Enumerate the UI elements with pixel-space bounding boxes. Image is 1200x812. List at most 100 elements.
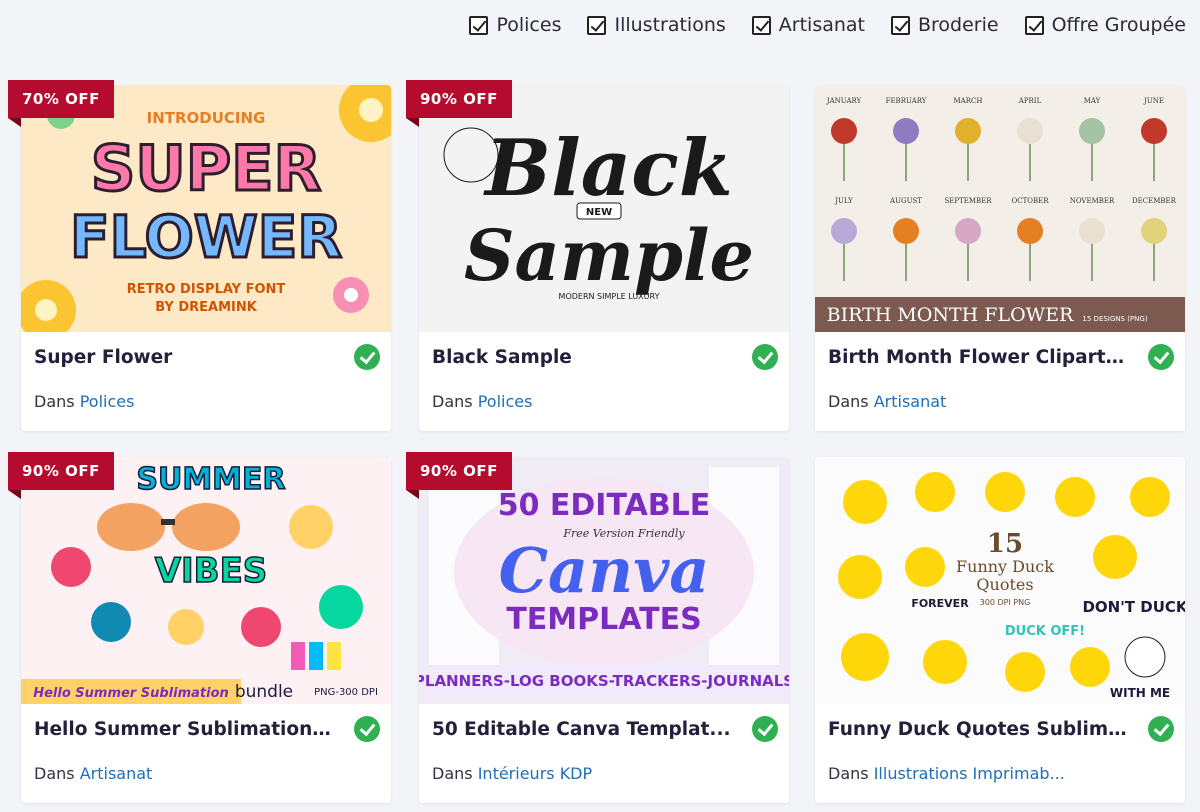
month-label: JANUARY	[826, 97, 862, 105]
flower-bloom	[1017, 118, 1043, 144]
product-category: Dans Intérieurs KDP	[432, 764, 593, 783]
svg-text:MODERN SIMPLE LUXURY: MODERN SIMPLE LUXURY	[559, 292, 660, 301]
product-card[interactable]: 70% OFF INTRODUCING SUPER FLOWER RETRO D…	[8, 80, 391, 431]
category-link[interactable]: Polices	[478, 392, 533, 411]
checkbox-checked-icon[interactable]	[891, 15, 910, 35]
month-label: JULY	[834, 197, 853, 205]
check-circle-icon	[752, 716, 778, 742]
product-card[interactable]: 90% OFF 50 EDITABLE Free Version Friendl…	[406, 452, 789, 803]
svg-text:300 DPI PNG: 300 DPI PNG	[980, 598, 1031, 607]
product-title[interactable]: Super Flower	[34, 347, 334, 368]
product-card[interactable]: 90% OFF SUMMER VIBES Hello Summer Sublim…	[8, 452, 391, 803]
product-thumbnail[interactable]: 15 Funny Duck Quotes 300 DPI PNG FOREVER…	[815, 457, 1185, 704]
svg-text:15 DESIGNS (PNG): 15 DESIGNS (PNG)	[1082, 315, 1147, 323]
birth-month-flower-artwork: BIRTH MONTH FLOWER 15 DESIGNS (PNG) JANU…	[815, 97, 1185, 332]
month-label: JUNE	[1143, 97, 1164, 105]
flower-bloom	[1017, 218, 1043, 244]
flower-bloom	[955, 218, 981, 244]
product-card[interactable]: 90% OFF Black NEW Sample MODERN SIMPLE L…	[406, 80, 789, 431]
discount-badge: 90% OFF	[406, 452, 512, 499]
product-title[interactable]: Black Sample	[432, 347, 732, 368]
flower-bloom	[893, 118, 919, 144]
product-thumbnail[interactable]: INTRODUCING SUPER FLOWER RETRO DISPLAY F…	[21, 85, 391, 332]
hello-summer-artwork: SUMMER VIBES Hello Summer Sublimation bu…	[21, 461, 378, 704]
flower-bloom	[831, 118, 857, 144]
product-thumbnail[interactable]: BIRTH MONTH FLOWER 15 DESIGNS (PNG) JANU…	[815, 85, 1185, 332]
check-circle-icon	[1148, 716, 1174, 742]
product-card[interactable]: BIRTH MONTH FLOWER 15 DESIGNS (PNG) JANU…	[815, 85, 1185, 431]
flower-bloom	[831, 218, 857, 244]
svg-text:WITH ME: WITH ME	[1110, 686, 1170, 700]
svg-text:BY DREAMINK: BY DREAMINK	[155, 300, 258, 315]
product-category: Dans Artisanat	[34, 764, 153, 783]
svg-text:RETRO DISPLAY FONT: RETRO DISPLAY FONT	[127, 282, 286, 297]
product-thumbnail[interactable]: SUMMER VIBES Hello Summer Sublimation bu…	[21, 457, 391, 704]
svg-text:BIRTH MONTH FLOWER: BIRTH MONTH FLOWER	[827, 304, 1074, 326]
svg-text:PNG-300 DPI: PNG-300 DPI	[314, 687, 378, 698]
filter-artisanat[interactable]: Artisanat	[751, 14, 865, 36]
month-label: MAY	[1084, 97, 1101, 105]
category-link[interactable]: Artisanat	[874, 392, 947, 411]
canva-templates-artwork: 50 EDITABLE Free Version Friendly Canva …	[419, 467, 789, 695]
check-circle-icon	[354, 716, 380, 742]
svg-text:PLANNERS-LOG BOOKS-TRACKERS-JO: PLANNERS-LOG BOOKS-TRACKERS-JOURNALS	[419, 672, 789, 690]
svg-text:Black: Black	[483, 123, 733, 214]
svg-text:15: 15	[987, 529, 1023, 559]
checkbox-checked-icon[interactable]	[751, 15, 771, 35]
filter-broderie[interactable]: Broderie	[891, 14, 999, 36]
svg-text:Quotes: Quotes	[976, 575, 1033, 594]
svg-text:Funny Duck: Funny Duck	[956, 557, 1054, 576]
flower-bloom	[1141, 218, 1167, 244]
super-flower-artwork: INTRODUCING SUPER FLOWER RETRO DISPLAY F…	[21, 85, 391, 332]
month-label: OCTOBER	[1011, 197, 1049, 205]
funny-duck-artwork: 15 Funny Duck Quotes 300 DPI PNG FOREVER…	[838, 472, 1185, 700]
month-label: MARCH	[954, 97, 983, 105]
flower-bloom	[1079, 218, 1105, 244]
month-label: SEPTEMBER	[944, 197, 992, 205]
svg-text:bundle: bundle	[235, 682, 293, 702]
checkbox-checked-icon[interactable]	[469, 15, 489, 35]
category-link[interactable]: Artisanat	[80, 764, 153, 783]
product-title[interactable]: Funny Duck Quotes Sublim...	[828, 719, 1128, 740]
svg-text:Hello Summer Sublimation: Hello Summer Sublimation	[33, 686, 229, 701]
product-title[interactable]: Birth Month Flower Clipart B...	[828, 347, 1128, 368]
svg-text:DUCK OFF!: DUCK OFF!	[1005, 624, 1085, 639]
product-category: Dans Illustrations Imprimab...	[828, 764, 1065, 783]
filter-illustrations[interactable]: Illustrations	[587, 14, 726, 36]
checkbox-checked-icon[interactable]	[1024, 15, 1044, 35]
svg-text:INTRODUCING: INTRODUCING	[147, 109, 266, 127]
product-category: Dans Polices	[432, 392, 533, 411]
discount-badge: 90% OFF	[8, 452, 114, 499]
category-link[interactable]: Polices	[80, 392, 135, 411]
product-title[interactable]: Hello Summer Sublimation ...	[34, 719, 334, 740]
filter-offre-groupee[interactable]: Offre Groupée	[1024, 14, 1186, 36]
product-thumbnail[interactable]: 50 EDITABLE Free Version Friendly Canva …	[419, 457, 789, 704]
category-link[interactable]: Intérieurs KDP	[478, 764, 592, 783]
flower-bloom	[893, 218, 919, 244]
check-circle-icon	[752, 344, 778, 370]
month-label: APRIL	[1018, 97, 1042, 105]
product-category: Dans Artisanat	[828, 392, 947, 411]
svg-text:FOREVER: FOREVER	[911, 597, 969, 610]
month-label: AUGUST	[889, 197, 922, 205]
product-thumbnail[interactable]: Black NEW Sample MODERN SIMPLE LUXURY	[419, 85, 789, 332]
black-sample-artwork: Black NEW Sample MODERN SIMPLE LUXURY	[443, 123, 754, 301]
discount-badge: 90% OFF	[406, 80, 512, 127]
check-circle-icon	[1148, 344, 1174, 370]
product-card[interactable]: 15 Funny Duck Quotes 300 DPI PNG FOREVER…	[815, 457, 1185, 803]
month-label: FEBRUARY	[886, 97, 927, 105]
checkbox-checked-icon[interactable]	[587, 15, 607, 35]
filter-polices[interactable]: Polices	[469, 14, 561, 36]
product-title[interactable]: 50 Editable Canva Templat...	[432, 719, 732, 740]
svg-text:Sample: Sample	[464, 214, 754, 297]
svg-text:TEMPLATES: TEMPLATES	[506, 602, 701, 637]
flower-bloom	[1141, 118, 1167, 144]
svg-text:Canva: Canva	[499, 534, 710, 607]
flower-bloom	[1079, 118, 1105, 144]
svg-text:FLOWER: FLOWER	[70, 203, 342, 271]
svg-text:50 EDITABLE: 50 EDITABLE	[498, 488, 711, 523]
category-link[interactable]: Illustrations Imprimab...	[874, 764, 1065, 783]
check-circle-icon	[354, 344, 380, 370]
flower-bloom	[955, 118, 981, 144]
svg-text:VIBES: VIBES	[155, 551, 268, 591]
